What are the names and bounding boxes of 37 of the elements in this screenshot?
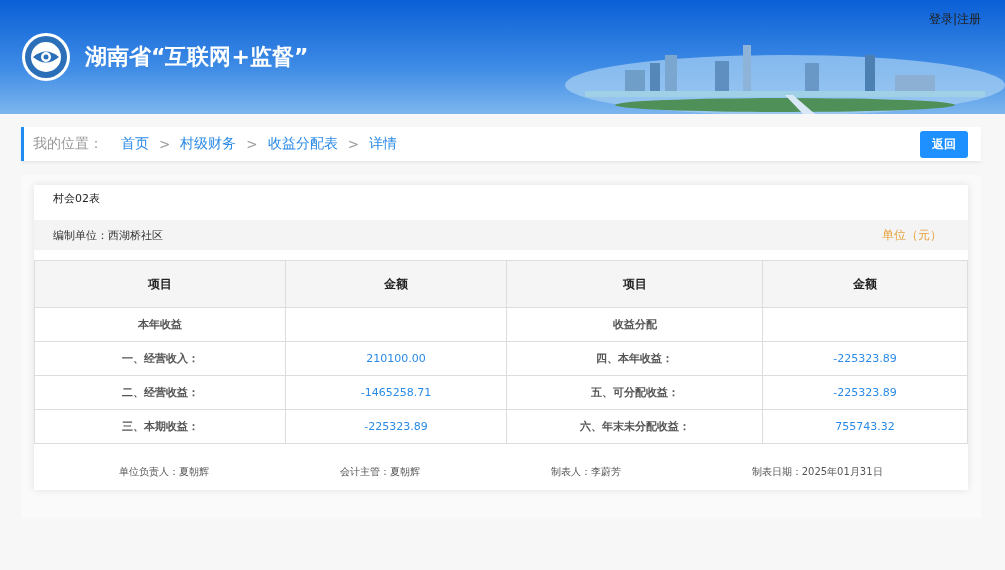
table-cell: 本年收益 — [34, 307, 286, 342]
compiling-unit: 编制单位：西湖桥社区 — [53, 227, 163, 243]
breadcrumb-separator: > — [246, 136, 258, 152]
eye-logo-icon — [21, 32, 71, 82]
currency-unit: 单位（元） — [882, 226, 942, 244]
table-cell: -225323.89 — [762, 341, 968, 376]
breadcrumb-link[interactable]: 详情 — [368, 135, 397, 153]
signature-field: 制表日期：2025年01月31日 — [751, 465, 883, 479]
breadcrumb-separator: > — [159, 136, 171, 152]
site-title: 湖南省“互联网+监督” — [85, 43, 309, 71]
signature-field: 会计主管：夏朝辉 — [340, 465, 421, 479]
table-cell: 755743.32 — [762, 409, 968, 444]
table-cell: 五、可分配收益： — [506, 375, 763, 410]
column-header: 项目 — [506, 260, 763, 308]
column-header: 项目 — [34, 260, 286, 308]
report-code: 村会02表 — [53, 192, 100, 205]
breadcrumb-separator: > — [347, 136, 359, 152]
table-cell: 一、经营收入： — [34, 341, 286, 376]
breadcrumb-label: 我的位置： — [33, 135, 103, 153]
table-cell: 收益分配 — [506, 307, 763, 342]
breadcrumb-link[interactable]: 首页 — [121, 135, 149, 153]
signature-field: 单位负责人：夏朝辉 — [119, 465, 210, 479]
back-button[interactable]: 返回 — [920, 130, 968, 158]
signature-field: 制表人：李蔚芳 — [550, 465, 621, 479]
table-cell: -1465258.71 — [285, 375, 507, 410]
table-cell: 二、经营收益： — [34, 375, 286, 410]
breadcrumb-link[interactable]: 收益分配表 — [267, 135, 338, 153]
table-cell: 三、本期收益： — [34, 409, 286, 444]
table-cell: -225323.89 — [285, 409, 507, 444]
column-header: 金额 — [762, 260, 968, 308]
table-cell: 四、本年收益： — [506, 341, 763, 376]
breadcrumb-link[interactable]: 村级财务 — [180, 135, 237, 153]
table-cell: 210100.00 — [285, 341, 507, 376]
table-cell: -225323.89 — [762, 375, 968, 410]
column-header: 金额 — [285, 260, 507, 308]
table-cell: 六、年末未分配收益： — [506, 409, 763, 444]
login-register-link[interactable]: 登录|注册 — [928, 11, 981, 28]
